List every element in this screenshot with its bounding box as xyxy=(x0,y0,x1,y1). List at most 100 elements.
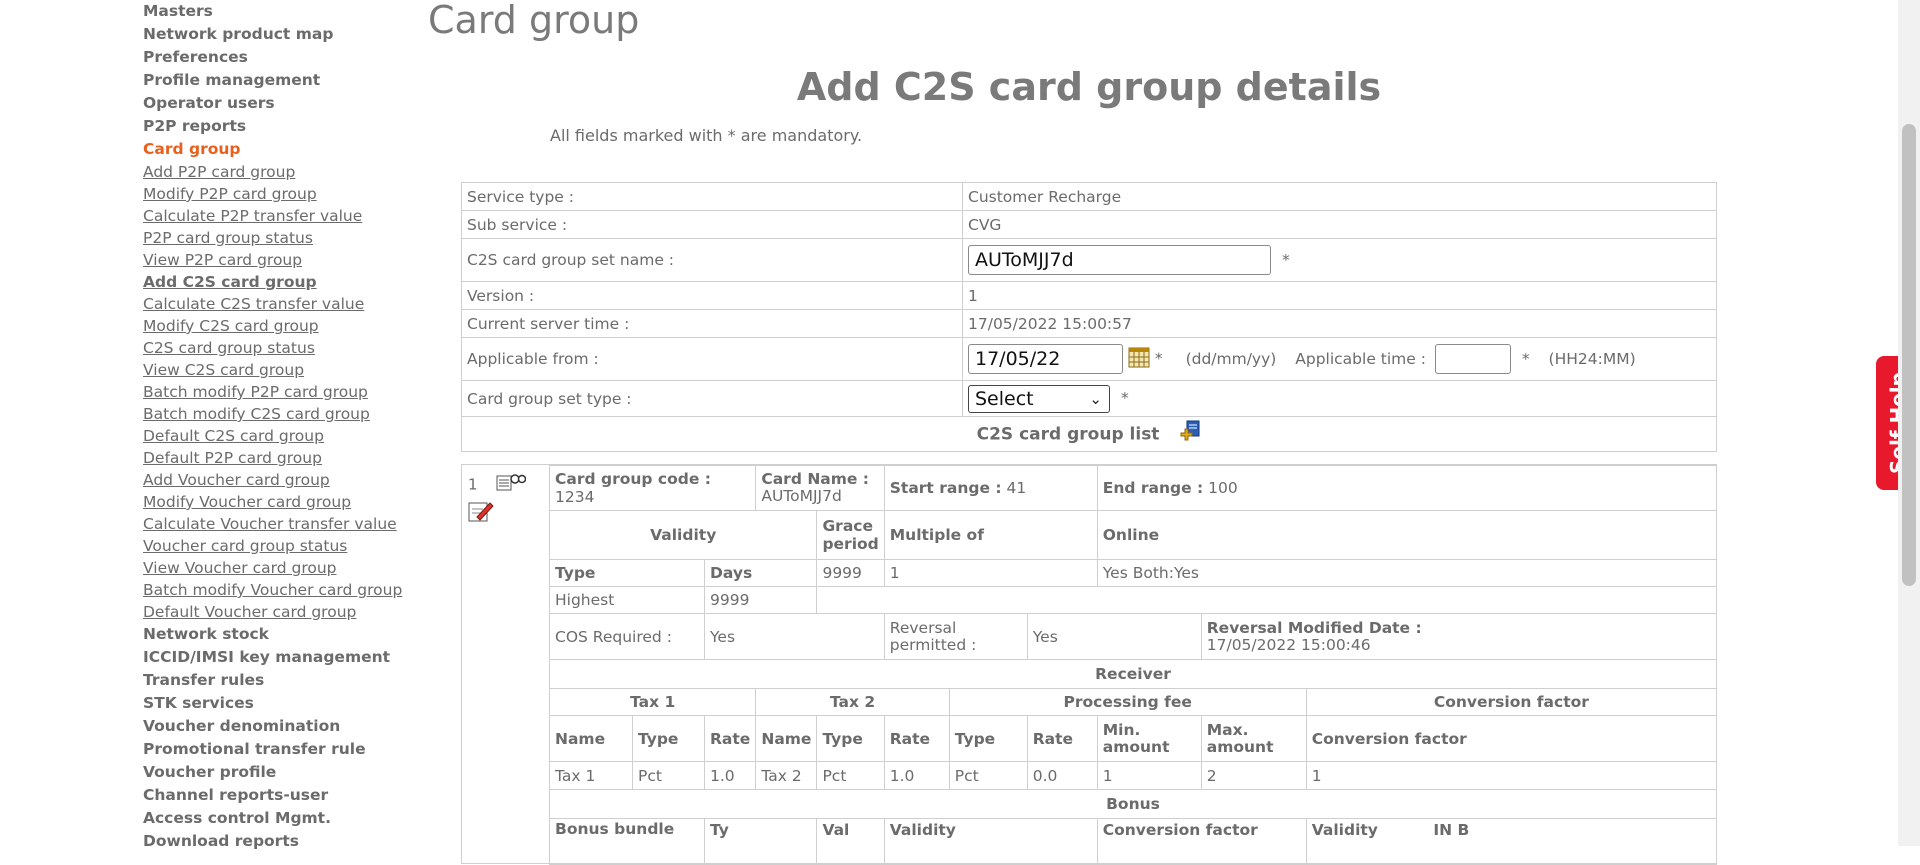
applicable-time-label: Applicable time : xyxy=(1295,349,1426,368)
cell: Pct xyxy=(948,761,1028,790)
sidebar-link-modify-c2s-card-group[interactable]: Modify C2S card group xyxy=(143,315,423,337)
sidebar-link-add-voucher-card-group[interactable]: Add Voucher card group xyxy=(143,469,423,491)
vertical-scrollbar[interactable] xyxy=(1898,0,1920,846)
calendar-icon[interactable] xyxy=(1128,346,1150,372)
required-asterisk: * xyxy=(1281,250,1290,269)
sidebar-item-channel-reports-user[interactable]: Channel reports-user xyxy=(143,784,423,807)
version-label: Version : xyxy=(461,281,963,310)
edit-icon[interactable] xyxy=(468,499,496,527)
version-value: 1 xyxy=(962,281,1717,310)
grace-period-header: Grace period xyxy=(816,510,885,560)
sidebar-link-add-c2s-card-group[interactable]: Add C2S card group xyxy=(143,271,423,293)
sidebar-link-view-voucher-card-group[interactable]: View Voucher card group xyxy=(143,557,423,579)
server-time-value: 17/05/2022 15:00:57 xyxy=(962,309,1717,338)
cell: 1 xyxy=(1096,761,1202,790)
sidebar-link-add-p2p-card-group[interactable]: Add P2P card group xyxy=(143,161,423,183)
cell: 0.0 xyxy=(1026,761,1098,790)
time-format-hint: (HH24:MM) xyxy=(1548,349,1636,368)
add-card-group-icon[interactable] xyxy=(1177,420,1201,449)
sidebar-item-profile-management[interactable]: Profile management xyxy=(143,69,423,92)
sidebar-item-access-control-mgmt[interactable]: Access control Mgmt. xyxy=(143,807,423,830)
card-name: AUToMJJ7d xyxy=(761,487,842,505)
date-format-hint: (dd/mm/yy) xyxy=(1185,349,1277,368)
required-asterisk: * xyxy=(1154,349,1163,368)
sidebar-item-promotional-transfer-rule[interactable]: Promotional transfer rule xyxy=(143,738,423,761)
sidebar-link-batch-modify-voucher-card-group[interactable]: Batch modify Voucher card group xyxy=(143,579,423,601)
sidebar-item-p2p-reports[interactable]: P2P reports xyxy=(143,115,423,138)
sidebar-item-network-stock[interactable]: Network stock xyxy=(143,623,423,646)
applicable-time-input[interactable] xyxy=(1434,344,1511,374)
conversion-factor-group-header: Conversion factor xyxy=(1305,688,1718,716)
sidebar-item-card-group[interactable]: Card group xyxy=(143,138,423,161)
receiver-header: Receiver xyxy=(549,659,1717,689)
applicable-from-input[interactable] xyxy=(968,344,1123,374)
sidebar-link-calculate-c2s-transfer-value[interactable]: Calculate C2S transfer value xyxy=(143,293,423,315)
form-title: Add C2S card group details xyxy=(796,65,1382,109)
sidebar-item-voucher-denomination[interactable]: Voucher denomination xyxy=(143,715,423,738)
col-rate: Rate xyxy=(883,715,950,762)
sidebar-link-modify-p2p-card-group[interactable]: Modify P2P card group xyxy=(143,183,423,205)
required-asterisk: * xyxy=(1521,349,1530,368)
col-type: Type xyxy=(948,715,1028,762)
cell: Pct xyxy=(816,761,885,790)
card-group-code-label: Card group code : xyxy=(555,470,711,488)
sidebar-link-default-voucher-card-group[interactable]: Default Voucher card group xyxy=(143,601,423,623)
bonus-col-header: Validity IN B xyxy=(1305,818,1718,865)
service-type-label: Service type : xyxy=(461,182,963,211)
bonus-header: Bonus xyxy=(549,789,1717,819)
col-max-amount: Max. amount xyxy=(1200,715,1307,762)
sidebar-link-view-c2s-card-group[interactable]: View C2S card group xyxy=(143,359,423,381)
bonus-col-header: Ty xyxy=(703,818,818,865)
online-header: Online xyxy=(1096,510,1718,560)
tax2-header: Tax 2 xyxy=(755,688,950,716)
sidebar-item-download-reports[interactable]: Download reports xyxy=(143,830,423,853)
col-type: Type xyxy=(632,715,705,762)
multiple-of-header: Multiple of xyxy=(883,510,1098,560)
sidebar-link-view-p2p-card-group[interactable]: View P2P card group xyxy=(143,249,423,271)
sidebar-link-calculate-p2p-transfer-value[interactable]: Calculate P2P transfer value xyxy=(143,205,423,227)
sidebar-link-p2p-card-group-status[interactable]: P2P card group status xyxy=(143,227,423,249)
scrollbar-thumb[interactable] xyxy=(1902,124,1916,586)
sidebar-link-modify-voucher-card-group[interactable]: Modify Voucher card group xyxy=(143,491,423,513)
sidebar-item-iccid-imsi-key-management[interactable]: ICCID/IMSI key management xyxy=(143,646,423,669)
sidebar-item-preferences[interactable]: Preferences xyxy=(143,46,423,69)
sidebar-item-transfer-rules[interactable]: Transfer rules xyxy=(143,669,423,692)
row-index: 1 xyxy=(468,475,478,494)
reversal-permitted-label: Reversal permitted : xyxy=(883,613,1028,660)
set-name-input[interactable] xyxy=(968,245,1271,275)
sub-service-value: CVG xyxy=(962,210,1717,239)
row-index-cell: 1 xyxy=(468,473,527,527)
col-name: Name xyxy=(549,715,633,762)
applicable-from-cell: * (dd/mm/yy) Applicable time : * (HH24:M… xyxy=(962,337,1717,381)
sidebar-link-default-c2s-card-group[interactable]: Default C2S card group xyxy=(143,425,423,447)
bonus-col-header: Validity xyxy=(883,818,1098,865)
card-group-list-header: C2S card group list xyxy=(461,416,1717,452)
sidebar-item-network-product-map[interactable]: Network product map xyxy=(143,23,423,46)
sidebar-link-batch-modify-p2p-card-group[interactable]: Batch modify P2P card group xyxy=(143,381,423,403)
set-type-label: Card group set type : xyxy=(461,380,963,417)
sidebar-item-operator-users[interactable]: Operator users xyxy=(143,92,423,115)
sidebar-item-stk-services[interactable]: STK services xyxy=(143,692,423,715)
sidebar-link-c2s-card-group-status[interactable]: C2S card group status xyxy=(143,337,423,359)
end-range-label: End range : xyxy=(1102,479,1204,497)
sidebar-link-calculate-voucher-transfer-value[interactable]: Calculate Voucher transfer value xyxy=(143,513,423,535)
col-conversion-factor: Conversion factor xyxy=(1305,715,1718,762)
online-value: Yes Both:Yes xyxy=(1096,559,1718,587)
tax1-header: Tax 1 xyxy=(548,688,757,716)
start-range-label: Start range : xyxy=(889,479,1002,497)
set-type-select[interactable]: Select ⌄ xyxy=(968,384,1110,413)
table-row: Tax 1 Pct 1.0 Tax 2 Pct 1.0 Pct 0.0 1 2 … xyxy=(549,761,1718,790)
start-range: 41 xyxy=(1006,479,1027,497)
view-icon[interactable] xyxy=(496,473,527,497)
set-type-selected: Select xyxy=(975,387,1034,410)
card-group-detail-table: Card group code : 1234 Card Name : AUToM… xyxy=(548,465,1718,865)
sidebar-item-masters[interactable]: Masters xyxy=(143,0,423,23)
sidebar-link-voucher-card-group-status[interactable]: Voucher card group status xyxy=(143,535,423,557)
card-group-detail: 1 Card group code : 1234 Card Name: AUT… xyxy=(461,464,1718,865)
days-header: Days xyxy=(703,559,818,587)
col-min-amount: Min. amount xyxy=(1096,715,1202,762)
sidebar-link-batch-modify-c2s-card-group[interactable]: Batch modify C2S card group xyxy=(143,403,423,425)
sidebar-link-default-p2p-card-group[interactable]: Default P2P card group xyxy=(143,447,423,469)
set-name-label: C2S card group set name : xyxy=(461,238,963,282)
sidebar-item-voucher-profile[interactable]: Voucher profile xyxy=(143,761,423,784)
